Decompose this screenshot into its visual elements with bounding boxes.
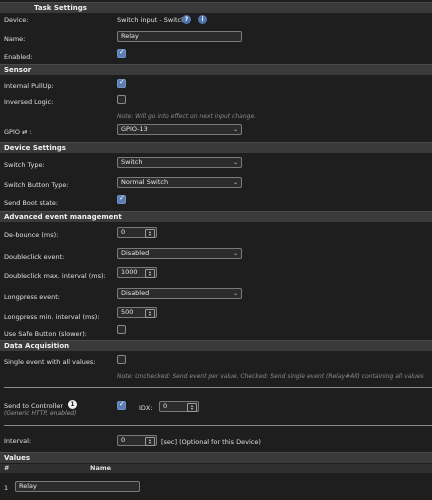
help-icon[interactable]: ?: [182, 15, 191, 24]
section-title: Task Settings: [34, 4, 87, 12]
inversed-checkbox[interactable]: [117, 95, 126, 104]
doubleclick-value: Disabled: [121, 249, 150, 257]
chevron-down-icon: ⌄: [232, 179, 238, 186]
enabled-checkbox[interactable]: [117, 48, 126, 58]
spinner-icon[interactable]: ▴ ▾: [145, 229, 155, 238]
divider: [4, 387, 432, 388]
controller-checkbox[interactable]: [117, 400, 126, 410]
debounce-label: De-bounce (ms):: [4, 231, 59, 239]
column-number: #: [4, 464, 10, 472]
device-label: Device:: [4, 16, 29, 24]
section-data-acquisition: Data Acquisition: [0, 340, 432, 351]
value-name-input[interactable]: Relay: [15, 481, 140, 492]
longpress-select[interactable]: Disabled ⌄: [117, 288, 242, 299]
column-name: Name: [90, 464, 112, 472]
interval-label: Interval:: [4, 437, 32, 445]
divider: [4, 425, 432, 426]
section-title: Advanced event management: [4, 213, 122, 221]
button-type-label: Switch Button Type:: [4, 181, 69, 189]
spinner-icon[interactable]: ▴ ▾: [145, 437, 155, 446]
longpress-interval-value: 500: [121, 308, 134, 316]
values-table-header: # Name: [0, 464, 432, 473]
device-value: Switch input - Switch: [117, 16, 186, 24]
section-device-settings: Device Settings: [0, 142, 432, 153]
spinner-icon[interactable]: ▴ ▾: [145, 309, 155, 318]
table-row: 1 Relay: [0, 479, 432, 493]
switch-type-select[interactable]: Switch ⌄: [117, 157, 242, 168]
interval-note: [sec] (Optional for this Device): [161, 438, 261, 446]
section-values: Values: [0, 452, 432, 463]
button-type-value: Normal Switch: [121, 178, 169, 186]
interval-value: 0: [121, 436, 126, 444]
sensor-note: Note: Will go into effect on next input …: [117, 113, 257, 120]
info-icon[interactable]: i: [198, 15, 207, 24]
gpio-value: GPIO-13: [121, 125, 148, 133]
boot-label: Send Boot state:: [4, 199, 59, 207]
spinner-icon[interactable]: ▴ ▾: [145, 269, 155, 278]
longpress-value: Disabled: [121, 289, 150, 297]
debounce-value: 0: [121, 228, 126, 236]
section-title: Data Acquisition: [4, 342, 70, 350]
boot-checkbox[interactable]: [117, 194, 126, 204]
name-label: Name:: [4, 35, 26, 43]
single-event-label: Single event with all values:: [4, 358, 96, 366]
switch-type-label: Switch Type:: [4, 161, 45, 169]
single-event-checkbox[interactable]: [117, 355, 126, 364]
debounce-input[interactable]: 0 ▴ ▾: [117, 227, 157, 238]
interval-input[interactable]: 0 ▴ ▾: [117, 435, 157, 446]
doubleclick-interval-input[interactable]: 1000 ▴ ▾: [117, 267, 157, 278]
idx-input[interactable]: 0 ▴ ▾: [159, 401, 199, 412]
name-input[interactable]: Relay: [117, 31, 242, 42]
enabled-label: Enabled:: [4, 53, 33, 61]
idx-value: 0: [163, 402, 168, 410]
controller-subtitle: (Generic HTTP, enabled): [4, 410, 77, 417]
inversed-label: Inversed Logic:: [4, 98, 54, 106]
gpio-label: GPIO ⇄ :: [4, 128, 32, 136]
safe-button-checkbox[interactable]: [117, 325, 126, 334]
spinner-icon[interactable]: ▴ ▾: [187, 403, 197, 412]
idx-label: IDX:: [139, 404, 153, 412]
controller-badge: 1: [68, 400, 77, 409]
safe-button-label: Use Safe Button (slower):: [4, 330, 87, 338]
section-task-settings: Task Settings: [0, 2, 432, 13]
chevron-down-icon: ⌄: [232, 126, 238, 133]
pullup-label: Internal PullUp:: [4, 82, 54, 90]
chevron-down-icon: ⌄: [232, 159, 238, 166]
switch-type-value: Switch: [121, 158, 143, 166]
longpress-interval-label: Longpress min. interval (ms):: [4, 313, 100, 321]
section-title: Values: [4, 454, 31, 462]
longpress-interval-input[interactable]: 500 ▴ ▾: [117, 307, 157, 318]
doubleclick-label: Doubleclick event:: [4, 253, 65, 261]
doubleclick-interval-value: 1000: [121, 268, 138, 276]
section-sensor: Sensor: [0, 64, 432, 75]
controller-label: Send to Controller: [4, 402, 64, 410]
chevron-down-icon: ⌄: [232, 250, 238, 257]
section-title: Device Settings: [4, 144, 66, 152]
chevron-down-icon: ⌄: [232, 290, 238, 297]
gpio-select[interactable]: GPIO-13 ⌄: [117, 124, 242, 135]
row-index: 1: [4, 484, 9, 492]
section-title: Sensor: [4, 66, 32, 74]
pullup-checkbox[interactable]: [117, 78, 126, 88]
doubleclick-select[interactable]: Disabled ⌄: [117, 248, 242, 259]
doubleclick-interval-label: Doubleclick max. interval (ms):: [4, 272, 106, 280]
single-event-note: Note: Unchecked: Send event per value. C…: [117, 373, 424, 380]
button-type-select[interactable]: Normal Switch ⌄: [117, 177, 242, 188]
section-advanced: Advanced event management: [0, 211, 432, 222]
longpress-label: Longpress event:: [4, 293, 60, 301]
